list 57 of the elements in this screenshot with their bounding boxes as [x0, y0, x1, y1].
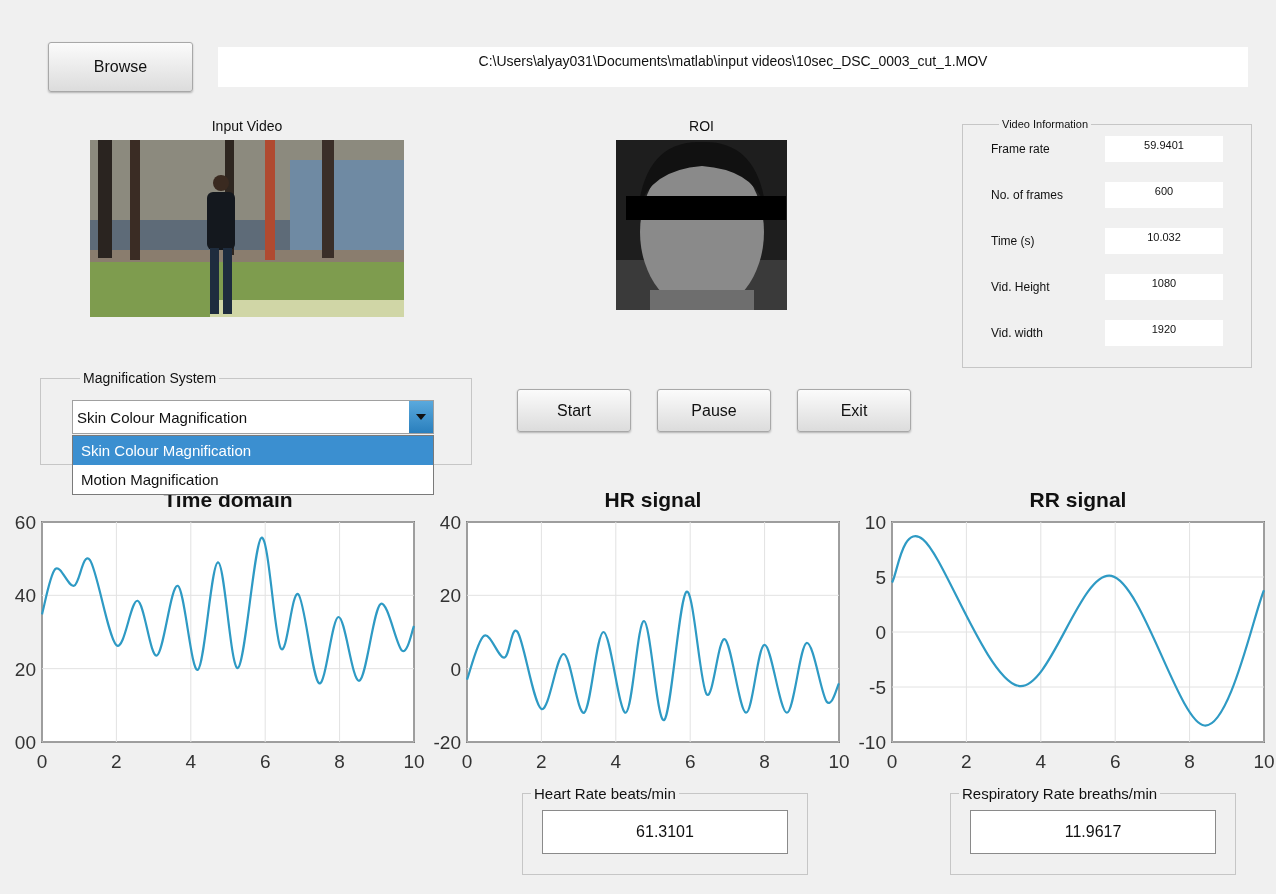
- axis-tick-label: 8: [334, 751, 345, 772]
- axis-tick-label: 4: [610, 751, 622, 772]
- axis-tick-label: 0: [875, 622, 886, 643]
- info-field[interactable]: 600: [1105, 182, 1223, 208]
- axis-tick-label: 2: [111, 751, 122, 772]
- field-label: Time (s): [991, 234, 1036, 248]
- axis-tick-label: 0: [450, 658, 461, 680]
- dropdown-value: Skin Colour Magnification: [76, 408, 249, 426]
- panel-title: Heart Rate beats/min: [533, 785, 677, 802]
- axis-tick-label: -20: [433, 732, 461, 753]
- axis-tick-label: 8: [1184, 751, 1195, 772]
- axis-tick-label: 5: [875, 567, 886, 588]
- browse-button[interactable]: Browse: [48, 42, 193, 92]
- info-field[interactable]: 1920: [1105, 320, 1223, 346]
- file-path-field[interactable]: C:\Users\alyay031\Documents\matlab\input videos\10sec_DSC_0003_cut_1.MOV: [218, 47, 1248, 87]
- axis-tick-label: 40: [439, 512, 461, 533]
- rate-field[interactable]: 61.3101: [542, 810, 788, 854]
- axis-tick-label: 0: [461, 751, 473, 772]
- axis-tick-label: 4: [185, 751, 197, 772]
- axis-tick-label: 6: [684, 751, 696, 772]
- axis-tick-label: 00: [14, 732, 36, 753]
- field-label: Vid. width: [991, 326, 1044, 340]
- chart-title: RR signal: [1029, 488, 1127, 511]
- field-label: Vid. Height: [991, 280, 1051, 294]
- axis-tick-label: 40: [14, 585, 36, 607]
- chart-title: HR signal: [604, 488, 702, 511]
- axis-tick-label: 20: [439, 585, 461, 607]
- field-label: No. of frames: [991, 188, 1065, 202]
- axis-tick-label: 10: [1253, 751, 1275, 772]
- roi-label: ROI: [689, 118, 714, 134]
- axis-tick-label: 6: [1109, 751, 1121, 772]
- info-field[interactable]: 59.9401: [1105, 136, 1223, 162]
- axis-tick-label: 60: [14, 512, 36, 533]
- action-button[interactable]: Exit: [797, 389, 911, 432]
- panel-title: Video Information: [1001, 118, 1090, 130]
- axis-tick-label: 10: [403, 751, 425, 772]
- action-button[interactable]: Pause: [657, 389, 771, 432]
- axis-tick-label: 4: [1035, 751, 1047, 772]
- panel-title: Magnification System: [82, 370, 218, 386]
- axis-tick-label: 6: [259, 751, 271, 772]
- axis-tick-label: -5: [869, 677, 886, 698]
- axis-tick-label: 8: [759, 751, 770, 772]
- video-label: Input Video: [211, 118, 283, 134]
- info-field[interactable]: 1080: [1105, 274, 1223, 300]
- axis-tick-label: 10: [828, 751, 850, 772]
- axis-tick-label: -10: [858, 732, 886, 753]
- axis-tick-label: 20: [14, 658, 36, 680]
- action-button[interactable]: Start: [517, 389, 631, 432]
- axis-tick-label: 10: [864, 512, 886, 533]
- axis-tick-label: 0: [36, 751, 48, 772]
- axis-tick-label: 2: [536, 751, 547, 772]
- panel-title: Respiratory Rate breaths/min: [961, 785, 1159, 802]
- info-field[interactable]: 10.032: [1105, 228, 1223, 254]
- axis-tick-label: 0: [886, 751, 898, 772]
- field-label: Frame rate: [991, 142, 1051, 156]
- axis-tick-label: 2: [961, 751, 972, 772]
- rate-field[interactable]: 11.9617: [970, 810, 1216, 854]
